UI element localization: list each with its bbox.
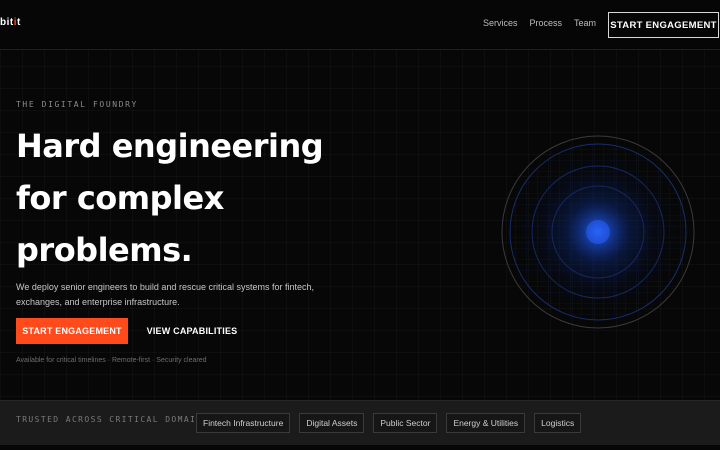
domain-tag-public-sector: Public Sector [373,413,438,433]
hero-description: We deploy senior engineers to build and … [16,282,314,307]
domain-tags: Fintech Infrastructure Digital Assets Pu… [196,413,582,433]
radar-graphic-icon [493,127,703,337]
page: bitit Services Process Team START ENGAGE… [0,0,720,450]
trusted-domains-label: TRUSTED ACROSS CRITICAL DOMAINS [16,415,209,424]
headline-line-1: Hard engineering [16,127,324,165]
headline-line-3: problems. [16,231,193,269]
nav-link-services[interactable]: Services [483,18,518,28]
view-capabilities-button[interactable]: VIEW CAPABILITIES [140,318,244,344]
logo[interactable]: bitit [0,17,21,28]
availability-meta: Available for critical timelines · Remot… [16,357,207,364]
domain-tag-digital-assets: Digital Assets [299,413,365,433]
bottom-edge [0,445,720,450]
top-nav: bitit Services Process Team START ENGAGE… [0,0,720,50]
headline-line-2: for complex [16,179,224,217]
domain-tag-energy: Energy & Utilities [446,413,526,433]
start-engagement-button[interactable]: START ENGAGEMENT [16,318,128,344]
domain-tag-logistics: Logistics [534,413,582,433]
hero-eyebrow: THE DIGITAL FOUNDRY [16,100,138,109]
hero-headline: Hard engineering for complex problems. [16,120,436,276]
nav-start-engagement-button[interactable]: START ENGAGEMENT [608,12,719,38]
logo-text-main: bit [0,17,14,28]
nav-links: Services Process Team [483,18,596,28]
nav-link-process[interactable]: Process [529,18,562,28]
trusted-domains-strip: TRUSTED ACROSS CRITICAL DOMAINS Fintech … [0,400,720,445]
nav-link-team[interactable]: Team [574,18,596,28]
logo-text-tail: t [17,17,21,28]
domain-tag-fintech: Fintech Infrastructure [196,413,291,433]
